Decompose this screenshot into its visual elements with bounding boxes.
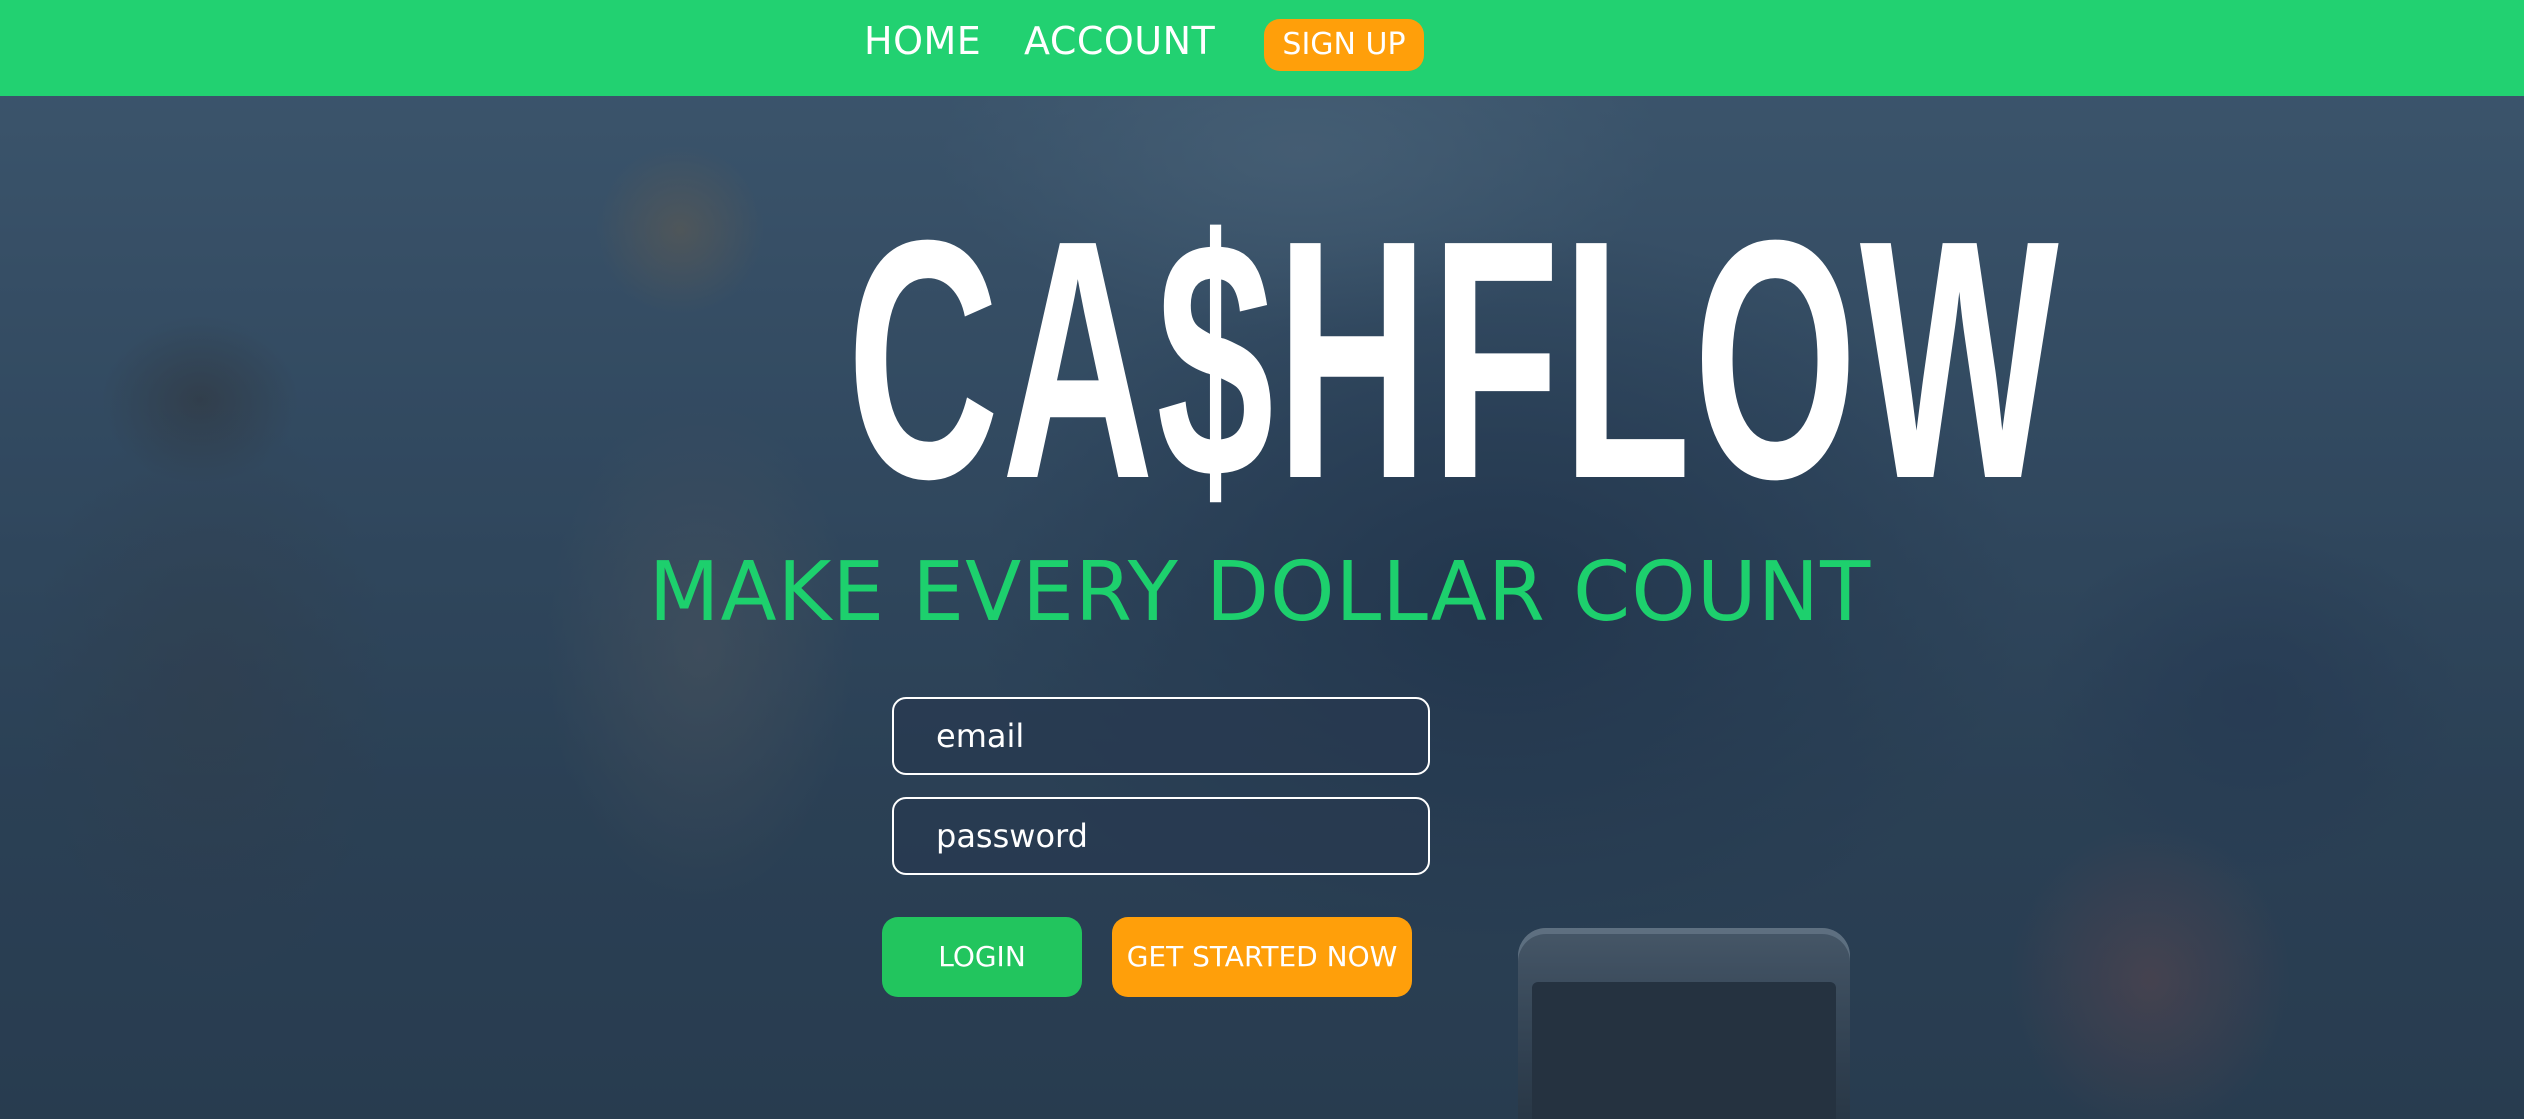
top-navbar: HOME ACCOUNT SIGN UP <box>0 0 2524 96</box>
password-field[interactable] <box>892 797 1430 875</box>
nav-signup-button[interactable]: SIGN UP <box>1264 19 1424 71</box>
login-button[interactable]: LOGIN <box>882 917 1082 997</box>
hero-tagline: MAKE EVERY DOLLAR COUNT <box>648 545 1872 640</box>
get-started-button[interactable]: GET STARTED NOW <box>1112 917 1412 997</box>
nav-account-link[interactable]: ACCOUNT <box>1024 16 1215 66</box>
email-field[interactable] <box>892 697 1430 775</box>
landing-page: HOME ACCOUNT SIGN UP CA$HFLOW MAKE EVERY… <box>0 0 2524 1119</box>
hero-title: CA$HFLOW <box>847 170 2062 550</box>
nav-home-link[interactable]: HOME <box>864 16 981 66</box>
